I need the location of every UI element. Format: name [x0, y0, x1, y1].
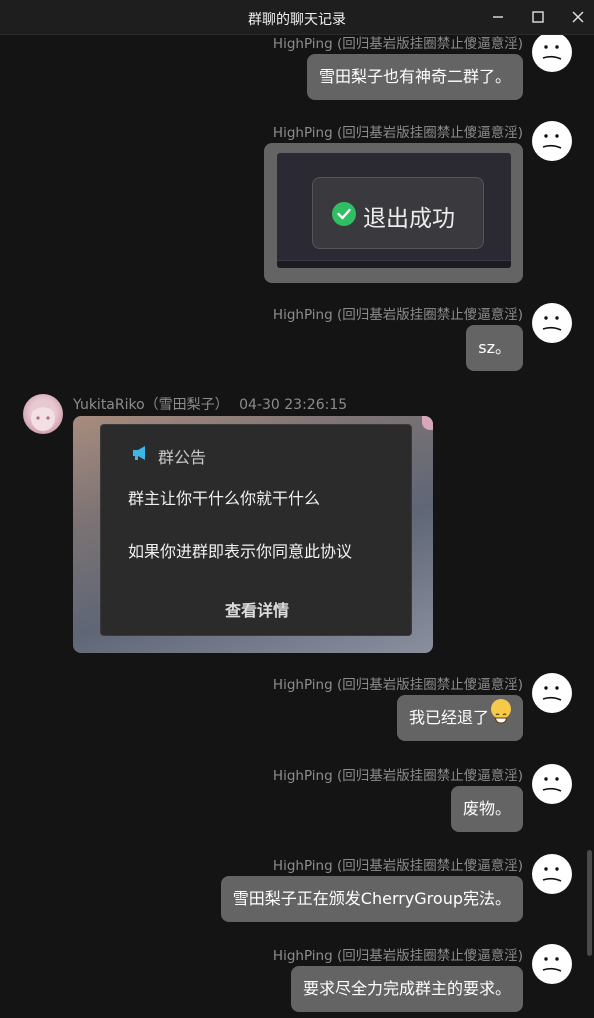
sender-name: HighPing (回归基岩版挂圈禁止傻逼意淫) — [272, 948, 523, 964]
announcement-card[interactable]: 群公告 群主让你干什么你就干什么 如果你进群即表示你同意此协议 查看详情 — [73, 416, 433, 653]
message-bubble[interactable]: sz。 — [466, 325, 523, 371]
avatar[interactable] — [532, 764, 572, 804]
neutral-face-icon — [542, 686, 562, 701]
announcement-line: 如果你进群即表示你同意此协议 — [128, 542, 353, 561]
message-text: 我已经退了 — [408, 708, 489, 727]
maximize-icon — [532, 11, 544, 23]
sender-name: HighPing (回归基岩版挂圈禁止傻逼意淫) — [272, 858, 523, 874]
divider — [277, 260, 511, 268]
grinning-face-icon — [491, 699, 511, 724]
sender-header: YukitaRiko（雪田梨子） 04-30 23:26:15 — [73, 394, 347, 414]
sender-name: HighPing (回归基岩版挂圈禁止傻逼意淫) — [272, 307, 523, 323]
screenshot-image: 退出成功 — [277, 153, 511, 268]
sender-name: HighPing (回归基岩版挂圈禁止傻逼意淫) — [272, 125, 523, 141]
avatar[interactable] — [532, 854, 572, 894]
check-circle-icon — [332, 202, 356, 226]
scrollbar[interactable] — [587, 850, 592, 956]
success-toast: 退出成功 — [312, 177, 484, 249]
image-message[interactable]: 退出成功 — [264, 143, 523, 283]
avatar[interactable] — [532, 673, 572, 713]
sender-name: HighPing (回归基岩版挂圈禁止傻逼意淫) — [272, 768, 523, 784]
minimize-button[interactable] — [486, 6, 510, 28]
sender-name: HighPing (回归基岩版挂圈禁止傻逼意淫) — [272, 677, 523, 693]
avatar[interactable] — [532, 35, 572, 72]
neutral-face-icon — [542, 957, 562, 972]
neutral-face-icon — [542, 45, 562, 60]
maximize-button[interactable] — [526, 6, 550, 28]
announcement-title: 群公告 — [158, 448, 207, 467]
announcement-line: 群主让你干什么你就干什么 — [128, 489, 321, 508]
message-bubble[interactable]: 我已经退了 — [396, 695, 523, 741]
anime-girl-avatar-icon — [29, 400, 57, 431]
message-bubble[interactable]: 要求尽全力完成群主的要求。 — [290, 966, 523, 1012]
timestamp: 04-30 23:26:15 — [239, 397, 348, 413]
avatar[interactable] — [532, 121, 572, 161]
avatar[interactable] — [532, 944, 572, 984]
message-bubble[interactable]: 雪田梨子正在颁发CherryGroup宪法。 — [220, 876, 523, 922]
neutral-face-icon — [542, 134, 562, 149]
toast-text: 退出成功 — [363, 206, 455, 232]
background-decoration — [422, 416, 433, 430]
close-icon — [572, 11, 584, 23]
chat-history[interactable]: HighPing (回归基岩版挂圈禁止傻逼意淫) 雪田梨子也有神奇二群了。 Hi… — [0, 35, 586, 1018]
neutral-face-icon — [542, 316, 562, 331]
sender-name: YukitaRiko（雪田梨子） — [73, 397, 229, 413]
avatar[interactable] — [532, 303, 572, 343]
neutral-face-icon — [542, 867, 562, 882]
neutral-face-icon — [542, 777, 562, 792]
megaphone-icon — [131, 445, 149, 465]
message-bubble[interactable]: 废物。 — [450, 786, 523, 832]
announcement-panel: 群公告 群主让你干什么你就干什么 如果你进群即表示你同意此协议 查看详情 — [100, 424, 412, 636]
minimize-icon — [493, 16, 503, 18]
title-bar: 群聊的聊天记录 — [0, 0, 594, 35]
close-button[interactable] — [566, 6, 590, 28]
avatar[interactable] — [23, 394, 63, 434]
sender-name: HighPing (回归基岩版挂圈禁止傻逼意淫) — [272, 36, 523, 52]
view-details-button[interactable]: 查看详情 — [101, 597, 413, 621]
message-bubble[interactable]: 雪田梨子也有神奇二群了。 — [306, 54, 523, 100]
